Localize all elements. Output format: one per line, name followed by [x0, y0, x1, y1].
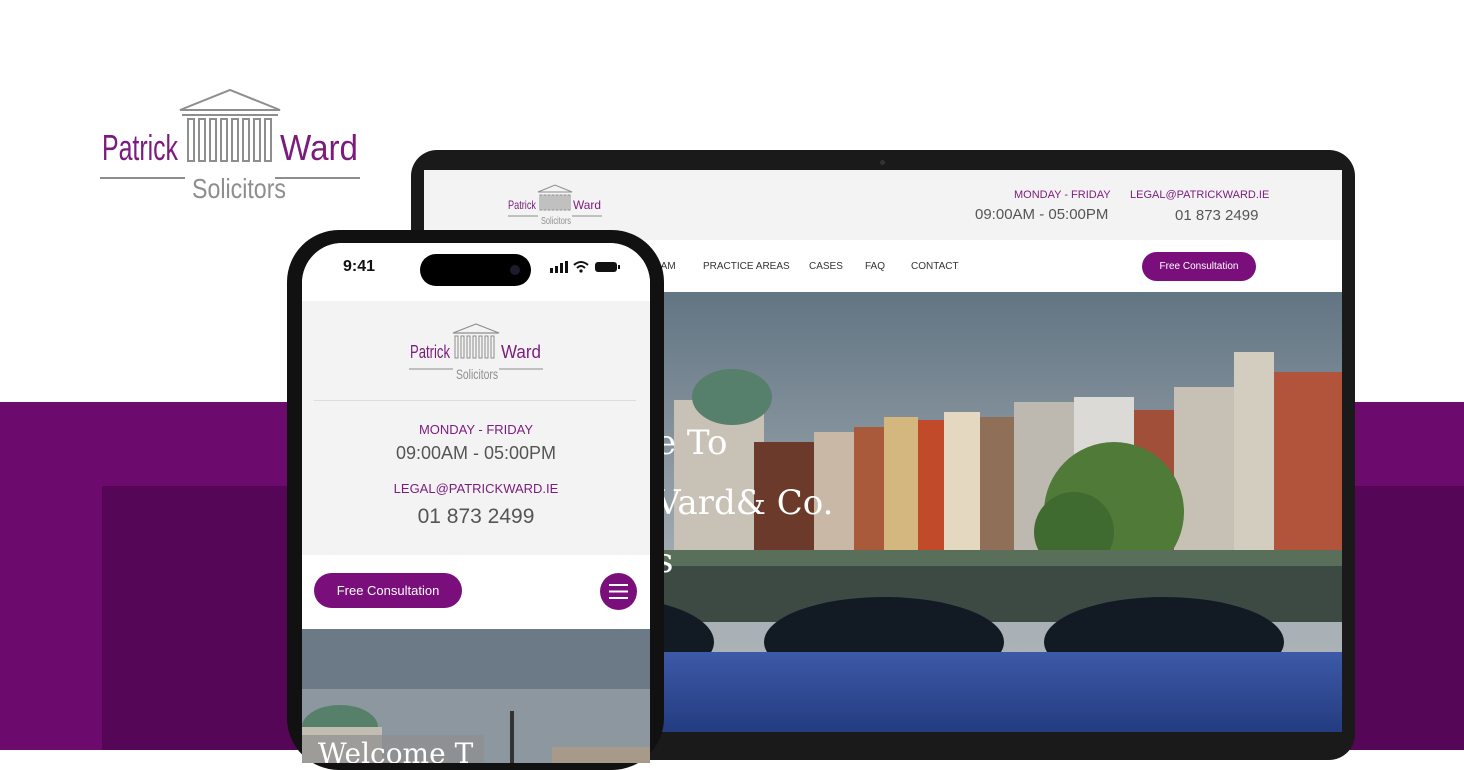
header-divider [314, 400, 636, 401]
svg-text:Solicitors: Solicitors [456, 366, 498, 381]
mobile-hours-value: 09:00AM - 05:00PM [395, 443, 557, 463]
mobile-hours-label: MONDAY - FRIDAY [418, 422, 534, 437]
laptop-camera [880, 160, 885, 165]
mobile-hero-text: Welcome T [318, 737, 474, 763]
desktop-hours-value: 09:00AM - 05:00PM [975, 206, 1109, 223]
mobile-free-consultation-button[interactable]: Free Consultation [314, 573, 462, 608]
status-icons [550, 261, 620, 273]
logo-name-left: Patrick [102, 127, 179, 168]
logo-subtitle: Solicitors [192, 173, 286, 204]
svg-text:Solicitors: Solicitors [541, 216, 571, 226]
desktop-logo[interactable]: Patrick Ward Solicitors [508, 184, 602, 226]
desktop-free-consultation-button[interactable]: Free Consultation [1142, 252, 1256, 281]
svg-text:Ward: Ward [573, 198, 601, 212]
desktop-hours-label: MONDAY - FRIDAY [1014, 189, 1111, 201]
nav-item-practice-areas[interactable]: PRACTICE AREAS [703, 261, 790, 272]
phone-camera [510, 265, 520, 275]
desktop-email-link[interactable]: LEGAL@PATRICKWARD.IE [1130, 189, 1269, 201]
hero-line-2: Vard& Co. [655, 483, 834, 523]
svg-text:Ward: Ward [501, 342, 541, 362]
hamburger-menu-button[interactable] [600, 573, 637, 610]
mobile-email-link[interactable]: LEGAL@PATRICKWARD.IE [302, 481, 650, 496]
mobile-cta-bar: Free Consultation [302, 555, 650, 629]
nav-item-contact[interactable]: CONTACT [911, 261, 959, 272]
desktop-phone-value[interactable]: 01 873 2499 [1175, 207, 1258, 224]
mobile-hero-image: Welcome T [302, 629, 650, 763]
phone-screen: 9:41 Patrick Ward Solicitors MONDAY - FR… [302, 243, 650, 763]
svg-text:Patrick: Patrick [508, 198, 537, 212]
nav-item-cases[interactable]: CASES [809, 261, 843, 272]
mobile-logo[interactable]: Patrick Ward Solicitors [409, 323, 543, 381]
patrick-ward-logo: Patrick Ward Solicitors [100, 88, 360, 204]
logo-name-right: Ward [280, 127, 358, 168]
svg-text:Patrick: Patrick [410, 342, 451, 362]
hero-line-1: e To [656, 423, 727, 463]
nav-item-faq[interactable]: FAQ [865, 261, 885, 272]
phone-header-panel: Patrick Ward Solicitors MONDAY - FRIDAY … [302, 301, 650, 555]
status-time: 9:41 [343, 258, 376, 275]
hamburger-icon [609, 584, 628, 599]
mobile-phone-value[interactable]: 01 873 2499 [302, 505, 650, 529]
